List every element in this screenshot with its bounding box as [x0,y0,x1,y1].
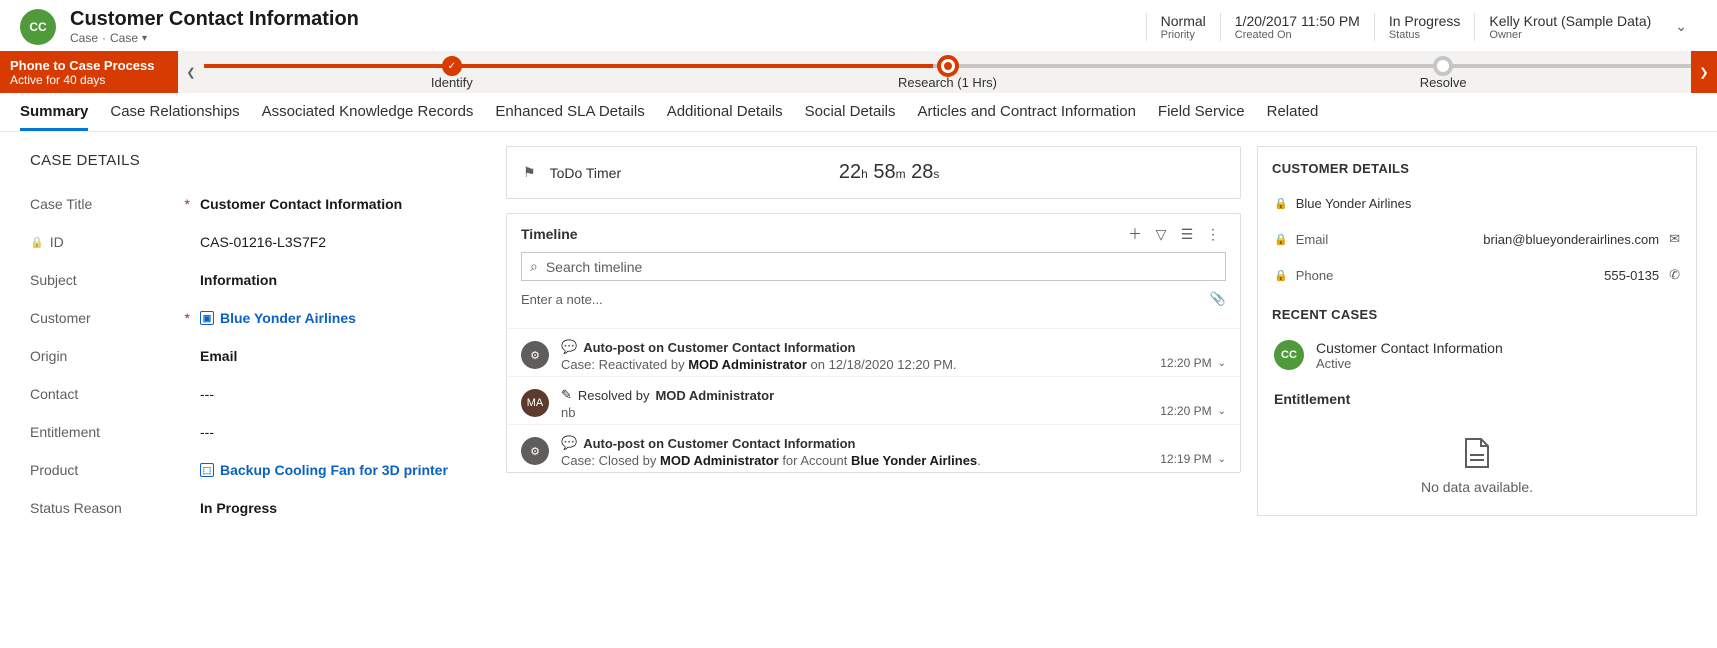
check-icon: ✓ [442,56,462,76]
timeline-item[interactable]: ⚙ 💬Auto-post on Customer Contact Informa… [507,424,1240,472]
field-owner: Kelly Krout (Sample Data) Owner [1474,13,1665,41]
tab-field-service[interactable]: Field Service [1158,103,1245,131]
row-status-reason[interactable]: Status Reason In Progress [20,489,490,527]
chevron-down-icon[interactable]: ⌄ [1218,454,1226,465]
title-block: Customer Contact Information Case · Case… [70,8,359,45]
package-icon: ⬚ [200,463,214,477]
row-entitlement[interactable]: Entitlement --- [20,413,490,451]
stage-research[interactable]: Research (1 Hrs) [700,51,1196,93]
row-product[interactable]: Product ⬚Backup Cooling Fan for 3D print… [20,451,490,489]
process-bar: Phone to Case Process Active for 40 days… [0,51,1717,93]
timeline-add-button[interactable]: ＋ [1122,224,1148,244]
timeline-item[interactable]: MA ✎Resolved by MOD Administrator nb 12:… [507,376,1240,424]
lock-icon: 🔒 [1274,197,1288,210]
lock-icon: 🔒 [1274,233,1288,246]
timer-label: ToDo Timer [550,165,622,181]
timeline-search[interactable]: ⌕ Search timeline [521,252,1226,281]
customer-details-heading: CUSTOMER DETAILS [1258,147,1696,186]
system-avatar-icon: ⚙ [521,437,549,465]
customer-email-row[interactable]: 🔒 Email brian@blueyonderairlines.com ✉ [1258,221,1696,257]
attachment-icon[interactable]: 📎 [1210,291,1226,307]
tab-social[interactable]: Social Details [805,103,896,131]
tab-knowledge[interactable]: Associated Knowledge Records [262,103,474,131]
tab-articles[interactable]: Articles and Contract Information [917,103,1135,131]
process-prev-button[interactable]: ❮ [178,51,204,93]
form-tabs: Summary Case Relationships Associated Kn… [0,93,1717,132]
resolve-icon: ✎ [561,387,572,403]
breadcrumb-a: Case [70,31,98,45]
recent-case-item[interactable]: CC Customer Contact Information Active [1258,332,1696,387]
customer-details-section: CUSTOMER DETAILS 🔒 Blue Yonder Airlines … [1257,146,1697,516]
case-details-heading: CASE DETAILS [20,146,490,185]
case-details-section: CASE DETAILS Case Title* Customer Contac… [20,146,490,527]
tab-additional[interactable]: Additional Details [667,103,783,131]
process-next-button[interactable]: ❯ [1691,51,1717,93]
stage-identify[interactable]: ✓ Identify [204,51,700,93]
field-created-on: 1/20/2017 11:50 PM Created On [1220,13,1374,41]
tab-sla[interactable]: Enhanced SLA Details [495,103,644,131]
tab-related[interactable]: Related [1267,103,1319,131]
process-stages: ✓ Identify Research (1 Hrs) Resolve [204,51,1691,93]
timeline-item[interactable]: ⚙ 💬Auto-post on Customer Contact Informa… [507,328,1240,376]
case-avatar: CC [1274,340,1304,370]
phone-action-icon[interactable]: ✆ [1669,267,1680,283]
timeline-filter-button[interactable]: ▽ [1148,226,1174,243]
main-content: CASE DETAILS Case Title* Customer Contac… [0,132,1717,541]
record-avatar: CC [20,9,56,45]
customer-phone-row[interactable]: 🔒 Phone 555-0135 ✆ [1258,257,1696,293]
email-action-icon[interactable]: ✉ [1669,231,1680,247]
entitlement-heading: Entitlement [1258,387,1696,407]
process-header[interactable]: Phone to Case Process Active for 40 days [0,51,178,93]
breadcrumb-b: Case [110,31,138,45]
tab-summary[interactable]: Summary [20,103,88,131]
tab-case-relationships[interactable]: Case Relationships [110,103,239,131]
timeline-note-input[interactable]: Enter a note... 📎 [521,287,1226,318]
timer-card: ⚑ ToDo Timer 22h 58m 28s [506,146,1241,199]
timeline-sort-button[interactable]: ☰ [1174,226,1200,243]
flag-icon: ⚑ [523,164,536,181]
timeline-more-button[interactable]: ⋮ [1200,226,1226,243]
record-header: CC Customer Contact Information Case · C… [0,0,1717,51]
post-icon: 💬 [561,339,577,355]
system-avatar-icon: ⚙ [521,341,549,369]
chevron-down-icon[interactable]: ⌄ [1218,358,1226,369]
page-title: Customer Contact Information [70,8,359,31]
row-id[interactable]: ID CAS-01216-L3S7F2 [20,223,490,261]
entitlement-empty: No data available. [1258,407,1696,515]
timer-value: 22h 58m 28s [839,161,940,184]
chevron-down-icon[interactable]: ▾ [142,33,147,44]
stage-resolve[interactable]: Resolve [1195,51,1691,93]
header-expand-chevron[interactable]: ⌄ [1665,18,1697,35]
user-avatar: MA [521,389,549,417]
timeline-heading: Timeline [521,226,578,242]
chevron-down-icon[interactable]: ⌄ [1218,406,1226,417]
field-priority: Normal Priority [1146,13,1220,41]
recent-cases-heading: RECENT CASES [1258,293,1696,332]
timeline-card: Timeline ＋ ▽ ☰ ⋮ ⌕ Search timeline Enter… [506,213,1241,473]
customer-name-row[interactable]: 🔒 Blue Yonder Airlines [1258,186,1696,221]
building-icon: ▣ [200,311,214,325]
document-icon [1464,437,1490,469]
search-icon: ⌕ [530,258,538,275]
current-stage-icon [937,55,959,77]
post-icon: 💬 [561,435,577,451]
row-contact[interactable]: Contact --- [20,375,490,413]
row-case-title[interactable]: Case Title* Customer Contact Information [20,185,490,223]
row-customer[interactable]: Customer* ▣Blue Yonder Airlines [20,299,490,337]
lock-icon: 🔒 [1274,269,1288,282]
row-origin[interactable]: Origin Email [20,337,490,375]
middle-column: ⚑ ToDo Timer 22h 58m 28s Timeline ＋ ▽ ☰ … [506,146,1241,487]
field-status: In Progress Status [1374,13,1475,41]
owner-link[interactable]: Kelly Krout (Sample Data) [1489,13,1651,29]
breadcrumb[interactable]: Case · Case ▾ [70,31,359,45]
row-subject[interactable]: Subject Information [20,261,490,299]
